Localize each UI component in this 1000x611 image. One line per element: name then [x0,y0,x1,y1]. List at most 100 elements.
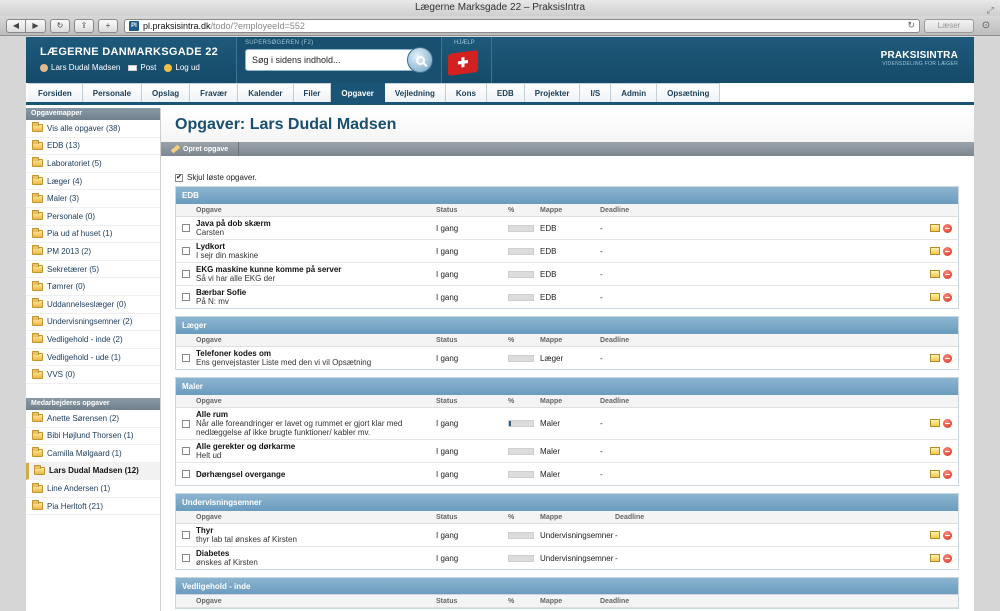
delete-icon[interactable] [943,246,952,256]
tab-opgaver[interactable]: Opgaver [331,83,385,102]
table-row[interactable]: EKG maskine kunne komme på server Så vi h… [176,263,958,286]
edit-note-icon[interactable] [930,553,940,562]
edit-note-icon[interactable] [930,269,940,278]
task-title[interactable]: Lydkort [196,242,436,251]
edit-note-icon[interactable] [930,446,940,455]
create-task-button[interactable]: Opret opgave [161,142,240,156]
sidebar-staff-item[interactable]: Lars Dudal Madsen (12) [26,462,160,481]
task-title[interactable]: Dørhængsel overgange [196,470,436,479]
delete-icon[interactable] [943,292,952,302]
sidebar-staff-item[interactable]: Anette Sørensen (2) [26,410,160,428]
task-title[interactable]: Telefoner kodes om [196,349,436,358]
help-kit-icon[interactable]: ✚ [448,49,478,77]
sidebar-folder-item[interactable]: Laboratoriet (5) [26,155,160,173]
address-bar[interactable]: PI pl.praksisintra.dk/todo/?employeeId=5… [124,18,920,33]
sidebar-staff-item[interactable]: Line Andersen (1) [26,480,160,498]
task-title[interactable]: Alle gerekter og dørkarme [196,442,436,451]
task-title[interactable]: Java på dob skærm [196,219,436,228]
post-link[interactable]: Post [128,63,156,72]
sidebar-folder-item[interactable]: Undervisningsemner (2) [26,314,160,332]
table-row[interactable]: Alle rum Når alle foreandringer er lavet … [176,408,958,440]
sidebar-folder-item[interactable]: Sekretærer (5) [26,261,160,279]
table-row[interactable]: Bærbar Sofie På N: mv I gang EDB - [176,286,958,308]
task-title[interactable]: Diabetes [196,549,436,558]
row-checkbox[interactable] [182,270,190,278]
user-link[interactable]: Lars Dudal Madsen [40,63,120,72]
tab-is[interactable]: I/S [580,83,612,102]
table-row[interactable]: Telefoner kodes om Ens genvejstaster List… [176,347,958,369]
edit-note-icon[interactable] [930,246,940,255]
table-row[interactable]: Dørhængsel overgange I gang Maler - [176,463,958,485]
row-checkbox[interactable] [182,447,190,455]
sidebar-staff-item[interactable]: Camilla Mølgaard (1) [26,445,160,463]
task-title[interactable]: EKG maskine kunne komme på server [196,265,436,274]
table-row[interactable]: Alle gerekter og dørkarme Helt ud I gang Ma… [176,440,958,463]
sidebar-folder-item[interactable]: Uddannelseslæger (0) [26,296,160,314]
row-checkbox[interactable] [182,247,190,255]
reload-page-icon[interactable]: ↻ [50,18,70,33]
tab-projekter[interactable]: Projekter [524,83,581,102]
table-row[interactable]: Diabetes ønskes af Kirsten I gang Undervisn… [176,547,958,569]
reader-button[interactable]: Læser [924,18,974,33]
delete-icon[interactable] [943,269,952,279]
forward-button[interactable]: ▶ [26,18,46,33]
task-title[interactable]: Alle rum [196,410,436,419]
delete-icon[interactable] [943,223,952,233]
row-checkbox[interactable] [182,224,190,232]
sidebar-folder-item[interactable]: Læger (4) [26,173,160,191]
row-checkbox[interactable] [182,470,190,478]
edit-note-icon[interactable] [930,419,940,427]
delete-icon[interactable] [943,469,952,479]
tab-opslag[interactable]: Opslag [142,83,191,102]
delete-icon[interactable] [943,530,952,540]
search-button[interactable] [407,47,433,73]
sidebar-folder-item[interactable]: EDB (13) [26,138,160,156]
tab-personale[interactable]: Personale [82,83,143,102]
hide-solved-toggle[interactable]: ✔ Skjul løste opgaver. [175,173,974,182]
row-checkbox[interactable] [182,531,190,539]
edit-note-icon[interactable] [930,223,940,232]
sidebar-folder-item[interactable]: PM 2013 (2) [26,243,160,261]
search-input[interactable]: Søg i sidens indhold... [245,49,421,71]
edit-note-icon[interactable] [930,469,940,478]
delete-icon[interactable] [943,353,952,363]
delete-icon[interactable] [943,419,952,428]
edit-note-icon[interactable] [930,530,940,539]
table-row[interactable]: Thyr thyr lab tal ønskes af Kirsten I gang… [176,524,958,547]
tab-opsætning[interactable]: Opsætning [657,83,721,102]
row-checkbox[interactable] [182,554,190,562]
sidebar-folder-item[interactable]: Tømrer (0) [26,278,160,296]
tab-fravær[interactable]: Fravær [190,83,239,102]
hide-solved-checkbox[interactable]: ✔ [175,173,183,182]
table-row[interactable]: Lydkort I sejr din maskine I gang EDB - [176,240,958,263]
sidebar-folder-item[interactable]: Personale (0) [26,208,160,226]
sidebar-folder-item[interactable]: VVS (0) [26,366,160,384]
tab-kons[interactable]: Kons [445,83,487,102]
downloads-icon[interactable]: ⊙ [978,19,994,33]
task-title[interactable]: Bærbar Sofie [196,288,436,297]
delete-icon[interactable] [943,446,952,456]
sidebar-staff-item[interactable]: Bibi Højlund Thorsen (1) [26,428,160,446]
add-tab-button[interactable]: + [98,18,118,33]
sidebar-staff-item[interactable]: Pia Herltoft (21) [26,498,160,516]
tab-kalender[interactable]: Kalender [238,83,294,102]
edit-note-icon[interactable] [930,292,940,301]
fullscreen-icon[interactable]: ⤢ [987,2,994,18]
tab-edb[interactable]: EDB [486,83,525,102]
task-title[interactable]: Thyr [196,526,436,535]
refresh-icon[interactable]: ↻ [907,20,915,31]
delete-icon[interactable] [943,553,952,563]
tab-vejledning[interactable]: Vejledning [384,83,446,102]
row-checkbox[interactable] [182,354,190,362]
sidebar-folder-item[interactable]: Vedligehold - inde (2) [26,331,160,349]
table-row[interactable]: Java på dob skærm Carsten I gang EDB - [176,217,958,240]
back-button[interactable]: ◀ [6,18,26,33]
row-checkbox[interactable] [182,293,190,301]
edit-note-icon[interactable] [930,353,940,362]
tab-forsiden[interactable]: Forsiden [28,83,83,102]
tab-filer[interactable]: Filer [293,83,332,102]
sidebar-folder-item[interactable]: Maler (3) [26,190,160,208]
sidebar-folder-item[interactable]: Vis alle opgaver (38) [26,120,160,138]
sidebar-folder-item[interactable]: Vedligehold - ude (1) [26,349,160,367]
row-checkbox[interactable] [182,419,190,428]
